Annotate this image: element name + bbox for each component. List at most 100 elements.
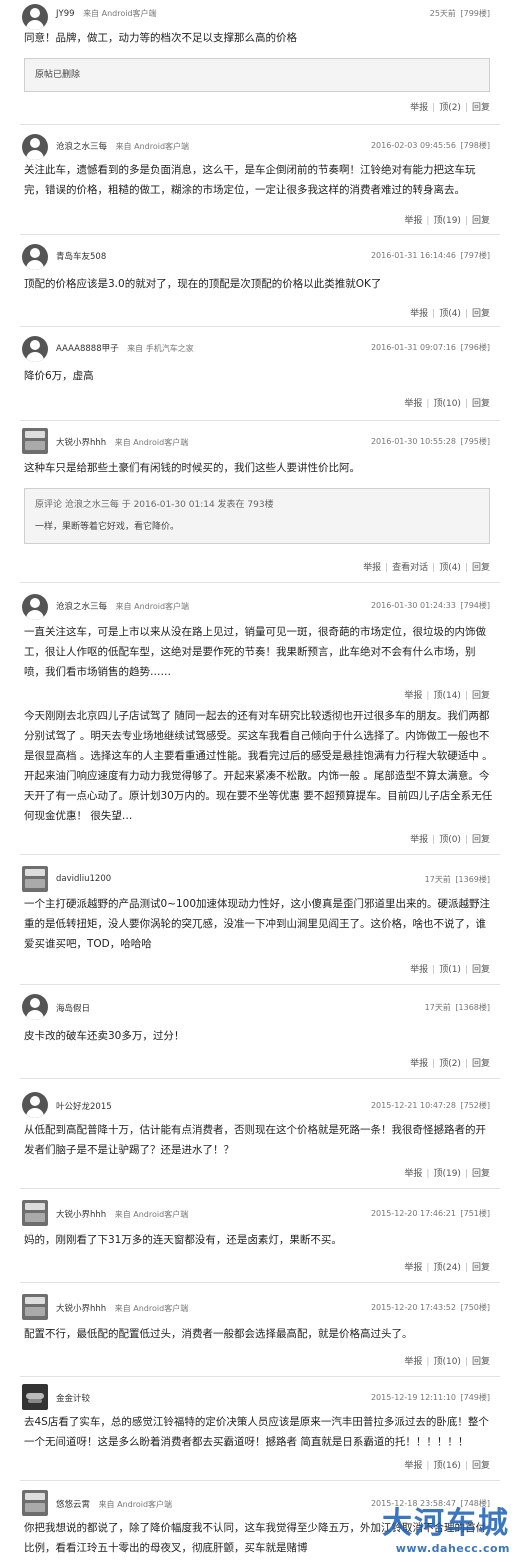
report-button[interactable]: 举报 — [404, 1461, 422, 1471]
avatar[interactable] — [22, 1200, 48, 1226]
quoted-comment: 原评论 沧浪之水三每 于 2016-01-30 01:14 发表在 793楼 一… — [24, 488, 490, 544]
username[interactable]: 叶公好龙2015 — [56, 1102, 112, 1112]
upvote-button[interactable]: 顶(19) — [433, 1169, 460, 1179]
post-time: 17天前 [1368楼] — [424, 1003, 490, 1012]
username[interactable]: 海岛假日 — [56, 1004, 90, 1014]
report-button[interactable]: 举报 — [404, 1357, 422, 1367]
reply-button[interactable]: 回复 — [472, 1059, 490, 1069]
upvote-button[interactable]: 顶(19) — [433, 216, 460, 226]
reply-button[interactable]: 回复 — [472, 691, 490, 701]
comment-text: 去4S店看了实车，总的感觉江铃福特的定价决策人员应该是原来一汽丰田普拉多派过去的… — [24, 1416, 489, 1448]
reply-button[interactable]: 回复 — [472, 965, 490, 975]
watermark-url: www.dahecc.com — [395, 1542, 510, 1555]
upvote-button[interactable]: 顶(4) — [439, 563, 461, 573]
source-label: 来自 Android客户端 — [98, 1500, 173, 1509]
comment-meta: 大锐小界hhh 来自 Android客户端 2015-12-20 17:43:5… — [56, 1302, 490, 1318]
upvote-button[interactable]: 顶(10) — [433, 399, 460, 409]
comment-actions: 举报 | 顶(4) | 回复 — [410, 309, 490, 319]
upvote-button[interactable]: 顶(10) — [433, 1357, 460, 1367]
avatar[interactable] — [22, 594, 48, 620]
upvote-button[interactable]: 顶(24) — [433, 1263, 460, 1273]
username[interactable]: 沧浪之水三每 — [56, 602, 107, 612]
upvote-button[interactable]: 顶(0) — [439, 835, 461, 845]
comment-actions: 举报 | 顶(10) | 回复 — [404, 1357, 490, 1367]
username[interactable]: 大锐小界hhh — [56, 1304, 106, 1314]
username[interactable]: 悠悠云霄 — [56, 1500, 90, 1510]
username[interactable]: JY99 — [56, 9, 75, 19]
reply-button[interactable]: 回复 — [472, 103, 490, 113]
avatar[interactable] — [22, 994, 48, 1020]
reply-button[interactable]: 回复 — [472, 1169, 490, 1179]
comment-text: 一个主打硬派越野的产品测试0~100加速体现动力性好，这小傻真是歪门邪道里出来的… — [24, 898, 491, 950]
divider — [20, 1282, 500, 1283]
report-button[interactable]: 举报 — [404, 1169, 422, 1179]
floor-label: [799楼] — [460, 9, 490, 18]
post-time: 2016-02-03 09:45:56 [798楼] — [370, 141, 490, 150]
report-button[interactable]: 举报 — [410, 103, 428, 113]
upvote-button[interactable]: 顶(14) — [433, 691, 460, 701]
upvote-button[interactable]: 顶(1) — [439, 965, 461, 975]
report-button[interactable]: 举报 — [410, 965, 428, 975]
username[interactable]: AAAA8888甲子 — [56, 344, 119, 354]
reply-button[interactable]: 回复 — [472, 1461, 490, 1471]
reply-button[interactable]: 回复 — [472, 309, 490, 319]
divider — [20, 984, 500, 985]
username[interactable]: 大锐小界hhh — [56, 438, 106, 448]
comment-meta: AAAA8888甲子 来自 手机汽车之家 2016-01-31 09:07:16… — [56, 342, 490, 358]
username[interactable]: 金金计较 — [56, 1394, 90, 1404]
avatar[interactable] — [22, 244, 48, 270]
username[interactable]: 青岛车友508 — [56, 252, 106, 262]
avatar[interactable] — [22, 428, 48, 454]
reply-button[interactable]: 回复 — [472, 1263, 490, 1273]
avatar[interactable] — [22, 4, 48, 30]
username[interactable]: davidliu1200 — [56, 874, 111, 884]
comment-text: 这种车只是给那些土豪们有闲钱的时候买的，我们这些人要讲性价比阿。 — [24, 462, 360, 474]
reply-button[interactable]: 回复 — [472, 399, 490, 409]
report-button[interactable]: 举报 — [363, 563, 381, 573]
divider — [20, 1188, 500, 1189]
username[interactable]: 沧浪之水三每 — [56, 142, 107, 152]
avatar[interactable] — [22, 1294, 48, 1320]
report-button[interactable]: 举报 — [404, 691, 422, 701]
avatar[interactable] — [22, 866, 48, 892]
avatar[interactable] — [22, 336, 48, 362]
comment-actions: 举报 | 顶(19) | 回复 — [404, 216, 490, 226]
post-time: 2016-01-30 01:24:33 [794楼] — [370, 601, 490, 610]
floor-label: [749楼] — [460, 1393, 490, 1402]
report-button[interactable]: 举报 — [404, 399, 422, 409]
upvote-button[interactable]: 顶(2) — [439, 1059, 461, 1069]
source-label: 来自 Android客户端 — [115, 602, 190, 611]
upvote-button[interactable]: 顶(16) — [433, 1461, 460, 1471]
avatar[interactable] — [22, 134, 48, 160]
avatar[interactable] — [22, 1384, 48, 1410]
upvote-button[interactable]: 顶(4) — [439, 309, 461, 319]
avatar[interactable] — [22, 1490, 48, 1516]
reply-button[interactable]: 回复 — [472, 563, 490, 573]
username[interactable]: 大锐小界hhh — [56, 1210, 106, 1220]
report-button[interactable]: 举报 — [410, 835, 428, 845]
report-button[interactable]: 举报 — [404, 216, 422, 226]
report-button[interactable]: 举报 — [410, 309, 428, 319]
comment-text: 配置不行，最低配的配置低过头，消费者一般都会选择最高配，就是价格高过头了。 — [24, 1328, 413, 1340]
post-time: 25天前 [799楼] — [429, 9, 490, 18]
site-watermark: 大河车城 www.dahecc.com — [382, 1498, 510, 1555]
report-button[interactable]: 举报 — [404, 1263, 422, 1273]
reply-button[interactable]: 回复 — [472, 216, 490, 226]
avatar[interactable] — [22, 1092, 48, 1118]
post-time: 2015-12-19 12:11:10 [749楼] — [370, 1393, 490, 1402]
reply-button[interactable]: 回复 — [472, 1357, 490, 1367]
divider — [20, 326, 500, 327]
floor-label: [796楼] — [460, 343, 490, 352]
report-button[interactable]: 举报 — [410, 1059, 428, 1069]
comment-meta: 青岛车友508 2016-01-31 16:14:46 [797楼] — [56, 250, 490, 266]
divider — [20, 1078, 500, 1079]
comment-meta: 沧浪之水三每 来自 Android客户端 2016-02-03 09:45:56… — [56, 140, 490, 156]
view-thread-button[interactable]: 查看对话 — [392, 563, 428, 573]
reply-button[interactable]: 回复 — [472, 835, 490, 845]
upvote-button[interactable]: 顶(2) — [439, 103, 461, 113]
source-label: 来自 Android客户端 — [83, 9, 157, 18]
floor-label: [798楼] — [460, 141, 490, 150]
divider — [20, 1480, 500, 1481]
floor-label: [1368楼] — [455, 1003, 490, 1012]
divider — [20, 1376, 500, 1377]
